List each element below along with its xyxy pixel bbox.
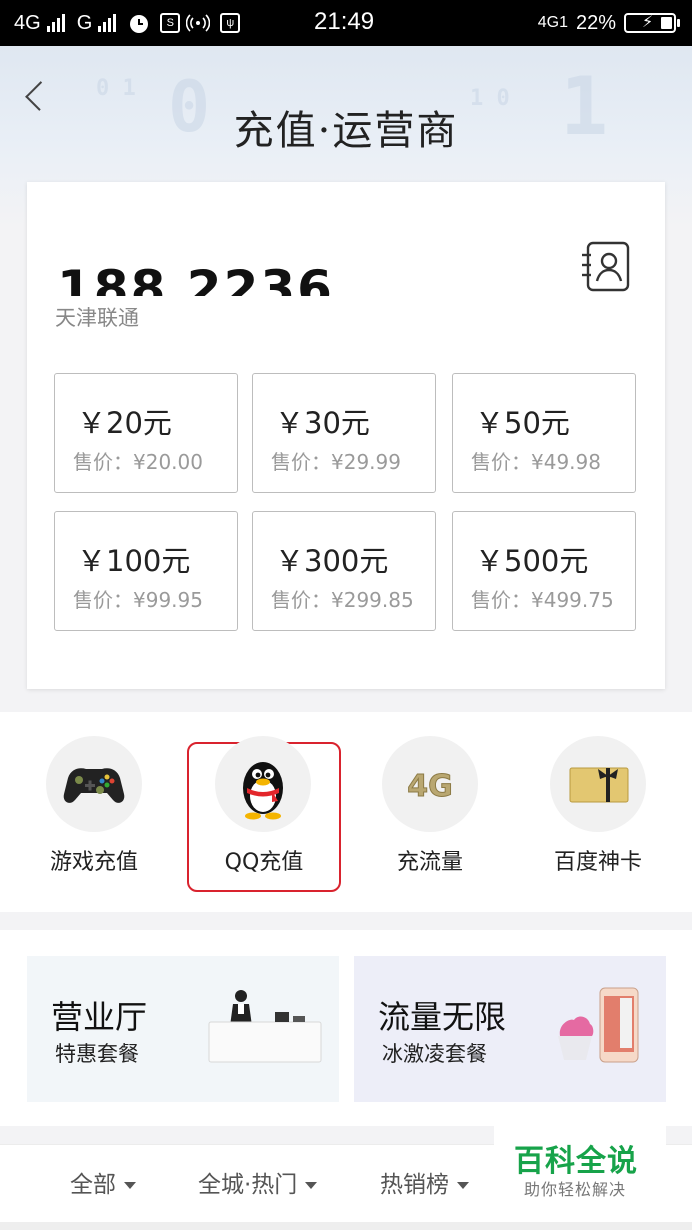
signal-icon [46,14,65,32]
contacts-icon[interactable] [580,240,632,294]
promo-title: 流量无限 [378,998,507,1036]
alarm-icon [130,15,149,33]
filter-label: 全部 [70,1172,116,1198]
face-value: ￥50元 [475,406,570,440]
promo-unlimited-data[interactable]: 流量无限 冰激凌套餐 [354,956,666,1102]
front-desk-illustration [208,990,322,1063]
service-baidu-card[interactable]: 百度神卡 [528,736,668,886]
recharge-option-20[interactable]: ￥20元 售价：¥20.00 [54,373,238,493]
service-label: 充流量 [396,850,463,875]
sale-price: 售价：¥99.95 [73,588,203,612]
4g-icon: 4G [382,736,478,832]
sale-price: 售价：¥20.00 [73,450,203,474]
sale-price: 售价：¥49.98 [471,450,601,474]
service-label: 百度神卡 [553,850,642,875]
network-label-2: G [76,11,93,34]
service-game-recharge[interactable]: 游戏充值 [24,736,164,886]
service-data-recharge[interactable]: 4G 充流量 [360,736,500,886]
watermark-subtitle: 助你轻松解决 [524,1180,627,1199]
status-left: 4G G S ψ [14,0,241,46]
face-value: ￥20元 [77,406,172,440]
sale-price: 售价：¥299.85 [271,588,414,612]
caret-down-icon [457,1182,469,1189]
caret-down-icon [124,1182,136,1189]
phone-number: 188 2236 4721 [57,260,334,296]
4g-icon-text: 4G [407,769,453,804]
promo-subtitle: 特惠套餐 [55,1042,139,1066]
filter-all[interactable]: 全部 [70,1165,136,1199]
face-value: ￥30元 [275,406,370,440]
watermark-title: 百科全说 [514,1144,638,1179]
service-label: QQ充值 [224,850,304,875]
sale-price: 售价：¥29.99 [271,450,401,474]
face-value: ￥100元 [77,544,191,578]
watermark: 百科全说 助你轻松解决 [494,1124,666,1204]
recharge-option-500[interactable]: ￥500元 售价：¥499.75 [452,511,636,631]
signal-icon-2 [98,14,117,32]
promo-title: 营业厅 [51,998,148,1036]
filter-best-sellers[interactable]: 热销榜 [380,1165,469,1199]
promo-section: 营业厅 特惠套餐 流量无限 冰激凌套餐 [0,930,692,1126]
recharge-option-100[interactable]: ￥100元 售价：¥99.95 [54,511,238,631]
filter-label: 热销榜 [380,1172,449,1198]
usb-icon: ψ [220,13,241,33]
bottom-divider [0,1222,692,1230]
sale-price: 售价：¥499.75 [471,588,614,612]
promo-business-hall[interactable]: 营业厅 特惠套餐 [27,956,339,1102]
recharge-card: 188 2236 4721 天津联通 ￥20元 售价：¥20.00 ￥30元 售… [27,182,665,689]
clock: 21:49 [314,8,375,35]
caret-down-icon [305,1182,318,1189]
section-divider [0,912,692,930]
phone-icecream-illustration [558,987,639,1063]
service-label: 游戏充值 [49,850,138,875]
recharge-option-30[interactable]: ￥30元 售价：¥29.99 [252,373,436,493]
network-label-right: 4G1 [537,14,568,31]
gamepad-icon [46,736,142,832]
s-app-icon: S [160,13,181,33]
service-qq-recharge[interactable]: QQ充值 [187,736,341,892]
recharge-option-300[interactable]: ￥300元 售价：¥299.85 [252,511,436,631]
gift-card-icon [550,736,646,832]
carrier-label: 天津联通 [55,306,139,330]
battery-icon: ⚡ [624,13,680,33]
network-label-1: 4G [14,11,41,34]
status-right: 4G1 22% ⚡ [537,0,680,46]
phone-number-field[interactable]: 188 2236 4721 [57,256,477,296]
face-value: ￥300元 [275,544,389,578]
face-value: ￥500元 [475,544,589,578]
status-bar: 4G G S ψ 21:49 4G1 22% ⚡ [0,0,692,46]
filter-label: 全城·热门 [198,1172,298,1198]
filter-city-hot[interactable]: 全城·热门 [198,1165,318,1199]
qq-penguin-icon [215,736,311,832]
battery-percent: 22% [575,11,616,34]
promo-subtitle: 冰激凌套餐 [382,1042,487,1066]
hotspot-icon [186,14,211,32]
page-title: 充值·运营商 [233,108,459,154]
recharge-option-50[interactable]: ￥50元 售价：¥49.98 [452,373,636,493]
services-row: 游戏充值 QQ充值 4G 充流量 百度神卡 [0,712,692,912]
